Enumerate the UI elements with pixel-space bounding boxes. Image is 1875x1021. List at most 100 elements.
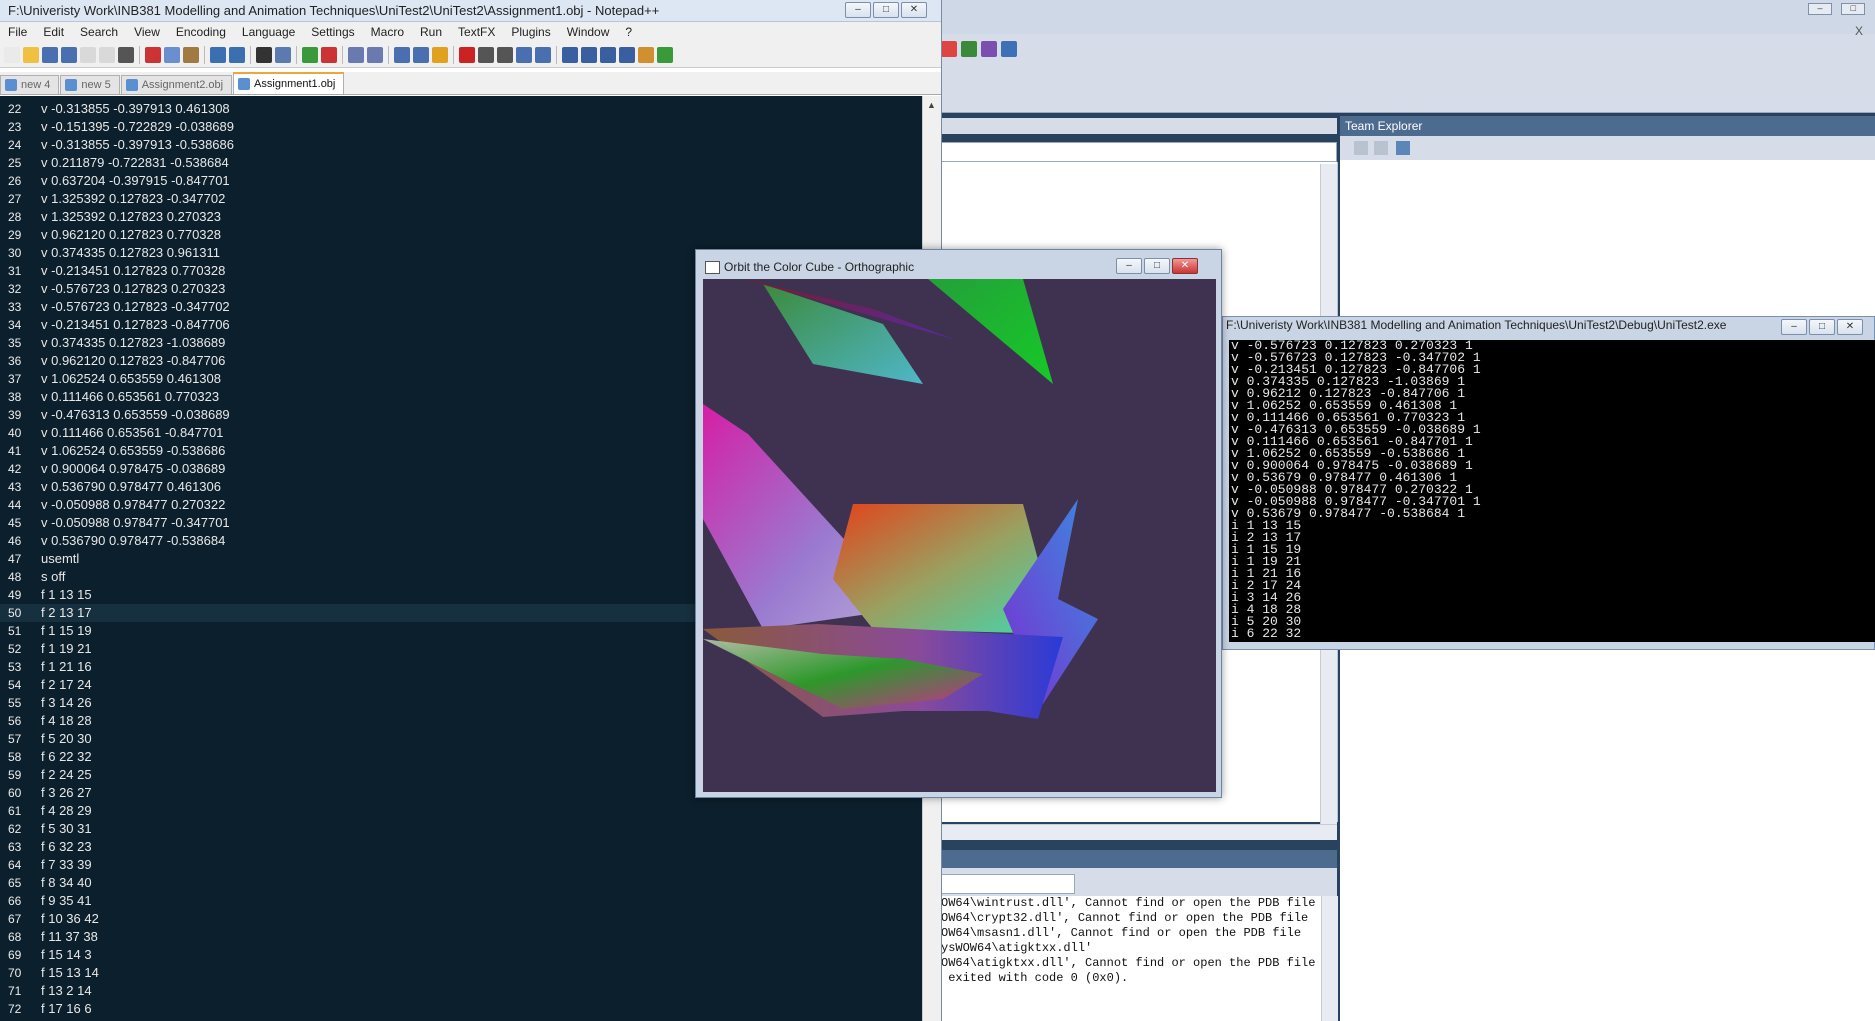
maximize-button[interactable]: □ [873,2,899,18]
line-text: v 0.962120 0.127823 -0.847706 [41,353,226,368]
line-text: f 7 33 39 [41,857,92,872]
menu-item-textfx[interactable]: TextFX [450,25,503,39]
editor-line[interactable]: 66 f 9 35 41 [0,892,900,910]
minimize-button[interactable]: – [845,2,871,18]
editor-line[interactable]: 71 f 13 2 14 [0,982,900,1000]
refresh-icon[interactable] [1354,141,1368,155]
redo-icon[interactable] [229,46,245,63]
vs-editor-horizontal-scrollbar[interactable] [941,824,1337,840]
editor-line[interactable]: 69 f 15 14 3 [0,946,900,964]
menu-item-settings[interactable]: Settings [303,25,362,39]
editor-line[interactable]: 68 f 11 37 38 [0,928,900,946]
menu-item-encoding[interactable]: Encoding [168,25,234,39]
zoom-out-icon[interactable] [321,46,337,63]
editor-line[interactable]: 63 f 6 32 23 [0,838,900,856]
tab-assignment1-obj[interactable]: Assignment1.obj [233,72,345,94]
output-scrollbar[interactable] [1321,896,1338,1021]
unfold-icon[interactable] [619,46,635,63]
up-icon[interactable] [581,46,597,63]
word-wrap-icon[interactable] [394,46,410,63]
misc-icon[interactable] [638,46,654,63]
editor-line[interactable]: 27 v 1.325392 0.127823 -0.347702 [0,190,900,208]
all-chars-icon[interactable] [413,46,429,63]
spellcheck-icon[interactable] [657,46,673,63]
console-close-button[interactable]: ✕ [1837,319,1863,335]
menu-item-view[interactable]: View [126,25,168,39]
menu-item-help[interactable]: ? [617,25,640,39]
vs-member-dropdown[interactable] [941,142,1337,162]
print-icon[interactable] [118,46,134,63]
copy-icon[interactable] [164,46,180,63]
gl-close-button[interactable]: ✕ [1172,258,1198,274]
tab-new-4[interactable]: new 4 [0,75,60,94]
window-icon[interactable] [1001,41,1017,57]
editor-line[interactable]: 26 v 0.637204 -0.397915 -0.847701 [0,172,900,190]
opengl-render-canvas[interactable] [703,279,1216,792]
console-maximize-button[interactable]: □ [1809,319,1835,335]
menu-item-run[interactable]: Run [412,25,450,39]
editor-line[interactable]: 70 f 15 13 14 [0,964,900,982]
console-minimize-button[interactable]: – [1781,319,1807,335]
delete-icon[interactable] [941,41,957,57]
line-text: v -0.313855 -0.397913 0.461308 [41,101,230,116]
sync-horizontal-icon[interactable] [367,46,383,63]
play-macro-icon[interactable] [497,46,513,63]
gl-minimize-button[interactable]: – [1116,258,1142,274]
tab-new-5[interactable]: new 5 [60,75,120,94]
line-number: 72 [8,1002,22,1016]
editor-line[interactable]: 24 v -0.313855 -0.397913 -0.538686 [0,136,900,154]
editor-line[interactable]: 25 v 0.211879 -0.722831 -0.538684 [0,154,900,172]
replace-icon[interactable] [275,46,291,63]
close-button[interactable]: ✕ [901,2,927,18]
menu-item-search[interactable]: Search [72,25,126,39]
close-all-icon[interactable] [99,46,115,63]
line-text: v 0.111466 0.653561 0.770323 [41,389,220,404]
zoom-in-icon[interactable] [302,46,318,63]
gl-maximize-button[interactable]: □ [1144,258,1170,274]
stop-macro-icon[interactable] [478,46,494,63]
config-icon[interactable] [981,41,997,57]
find-icon[interactable] [256,46,272,63]
editor-line[interactable]: 64 f 7 33 39 [0,856,900,874]
undo-icon[interactable] [210,46,226,63]
new-file-icon[interactable] [4,46,20,63]
record-macro-icon[interactable] [459,46,475,63]
editor-line[interactable]: 23 v -0.151395 -0.722829 -0.038689 [0,118,900,136]
editor-line[interactable]: 65 f 8 34 40 [0,874,900,892]
run-macro-icon[interactable] [516,46,532,63]
connect-icon[interactable] [1396,141,1410,155]
save-all-icon[interactable] [61,46,77,63]
run-icon[interactable] [961,41,977,57]
editor-line[interactable]: 61 f 4 28 29 [0,802,900,820]
save-macro-icon[interactable] [535,46,551,63]
cut-icon[interactable] [145,46,161,63]
output-source-dropdown[interactable] [941,874,1075,894]
sync-vertical-icon[interactable] [348,46,364,63]
scroll-up-icon[interactable]: ▲ [927,100,936,110]
menu-item-window[interactable]: Window [559,25,618,39]
vs-minimize-button[interactable]: – [1808,3,1832,15]
menu-item-edit[interactable]: Edit [35,25,72,39]
save-icon[interactable] [42,46,58,63]
tab-assignment2-obj[interactable]: Assignment2.obj [120,75,233,94]
menu-item-file[interactable]: File [0,25,35,39]
down-icon[interactable] [600,46,616,63]
editor-line[interactable]: 62 f 5 30 31 [0,820,900,838]
fold-icon[interactable] [562,46,578,63]
vs-maximize-button[interactable]: □ [1841,3,1866,15]
editor-line[interactable]: 28 v 1.325392 0.127823 0.270323 [0,208,900,226]
editor-line[interactable]: 67 f 10 36 42 [0,910,900,928]
open-file-icon[interactable] [23,46,39,63]
indent-guide-icon[interactable] [432,46,448,63]
paste-icon[interactable] [183,46,199,63]
editor-line[interactable]: 72 f 17 16 6 [0,1000,900,1018]
line-number: 51 [8,624,22,638]
editor-line[interactable]: 22 v -0.313855 -0.397913 0.461308 [0,100,900,118]
editor-line[interactable]: 29 v 0.962120 0.127823 0.770328 [0,226,900,244]
menu-item-macro[interactable]: Macro [363,25,412,39]
menu-item-language[interactable]: Language [234,25,303,39]
close-document-button[interactable]: X [1855,24,1863,38]
stop-icon[interactable] [1374,141,1388,155]
close-icon[interactable] [80,46,96,63]
menu-item-plugins[interactable]: Plugins [503,25,558,39]
